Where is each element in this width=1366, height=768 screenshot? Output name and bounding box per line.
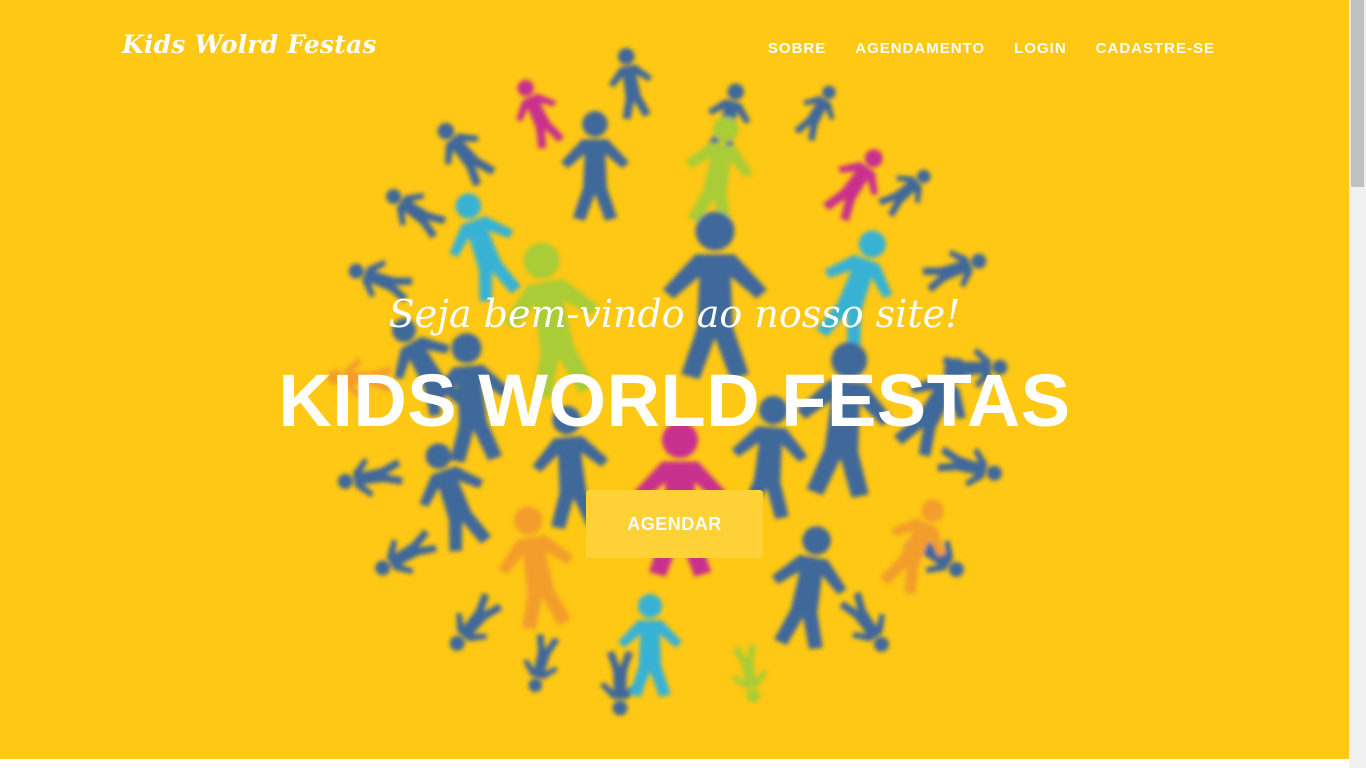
- agendar-button[interactable]: AGENDAR: [586, 490, 763, 558]
- hero-heading: KIDS WORLD FESTAS: [278, 359, 1071, 442]
- nav-link-sobre[interactable]: SOBRE: [768, 40, 826, 57]
- brand-logo[interactable]: Kids Wolrd Festas: [122, 30, 377, 59]
- nav-link-login[interactable]: LOGIN: [1014, 40, 1067, 57]
- nav-link-agendamento[interactable]: AGENDAMENTO: [855, 40, 985, 57]
- nav-link-cadastre-se[interactable]: CADASTRE-SE: [1096, 40, 1215, 57]
- page-scrollbar[interactable]: [1349, 0, 1366, 768]
- scrollbar-thumb[interactable]: [1351, 0, 1364, 187]
- hero-section: Kids Wolrd Festas SOBRE AGENDAMENTO LOGI…: [0, 0, 1349, 759]
- page: Kids Wolrd Festas SOBRE AGENDAMENTO LOGI…: [0, 0, 1366, 768]
- nav-links: SOBRE AGENDAMENTO LOGIN CADASTRE-SE: [768, 40, 1215, 57]
- hero-subheading: Seja bem-vindo ao nosso site!: [388, 292, 961, 336]
- navbar: Kids Wolrd Festas SOBRE AGENDAMENTO LOGI…: [0, 0, 1349, 100]
